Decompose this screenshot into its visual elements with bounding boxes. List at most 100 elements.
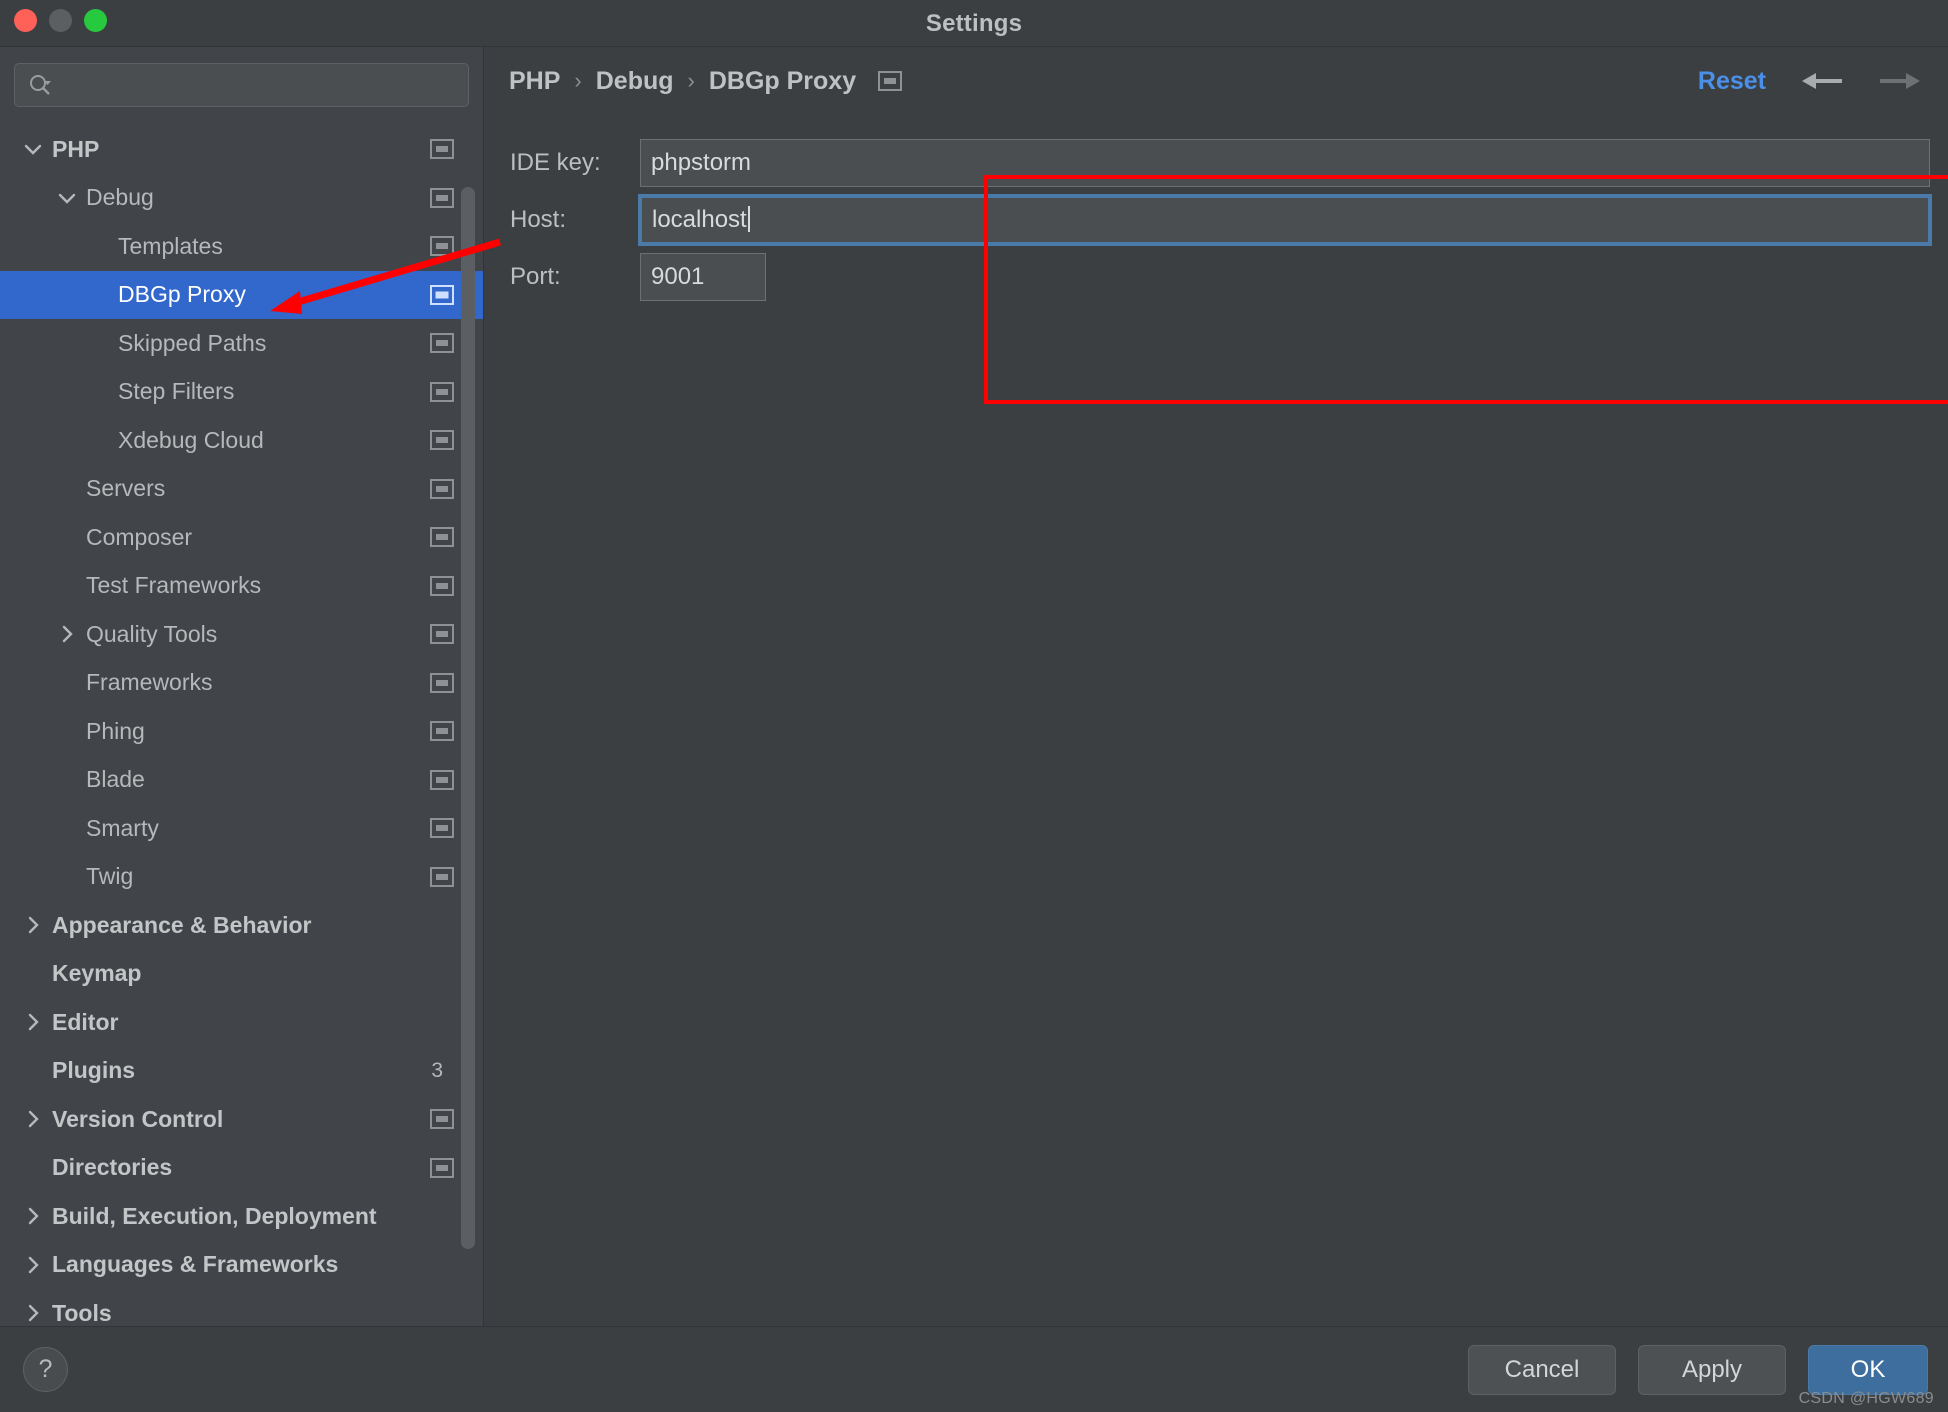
chevron-right-icon[interactable] bbox=[22, 1108, 44, 1130]
project-scope-marker-icon bbox=[430, 818, 454, 839]
sidebar-scrollbar-thumb[interactable] bbox=[461, 187, 475, 1249]
sidebar-item-label: Blade bbox=[86, 766, 145, 793]
search-input[interactable] bbox=[61, 74, 456, 96]
sidebar-item-label: Languages & Frameworks bbox=[52, 1251, 339, 1278]
input-ide-key[interactable]: phpstorm bbox=[640, 139, 1930, 187]
apply-button[interactable]: Apply bbox=[1638, 1344, 1786, 1395]
chevron-right-icon[interactable] bbox=[56, 623, 78, 645]
breadcrumb-item-debug[interactable]: Debug bbox=[596, 67, 674, 96]
breadcrumb-separator-icon: › bbox=[574, 68, 582, 93]
cancel-button[interactable]: Cancel bbox=[1468, 1344, 1616, 1395]
sidebar-item-smarty[interactable]: Smarty bbox=[0, 804, 483, 853]
back-arrow-icon[interactable] bbox=[1800, 68, 1844, 94]
sidebar-item-skipped-paths[interactable]: Skipped Paths bbox=[0, 319, 483, 368]
sidebar-item-label: Servers bbox=[86, 475, 166, 502]
input-value: localhost bbox=[652, 206, 747, 233]
sidebar-item-servers[interactable]: Servers bbox=[0, 465, 483, 514]
text-caret bbox=[747, 206, 750, 232]
sidebar-item-label: Smarty bbox=[86, 814, 159, 841]
project-scope-marker-icon bbox=[878, 71, 903, 91]
sidebar-item-dbgp-proxy[interactable]: DBGp Proxy bbox=[0, 270, 483, 319]
settings-window: Settings PHP Debug Templates DBGp Proxy Skip bbox=[0, 0, 1948, 1412]
sidebar-item-blade[interactable]: Blade bbox=[0, 756, 483, 805]
sidebar-item-label: Quality Tools bbox=[86, 620, 218, 647]
sidebar-item-php[interactable]: PHP bbox=[0, 125, 483, 174]
sidebar-item-label: Editor bbox=[52, 1008, 119, 1035]
sidebar-item-templates[interactable]: Templates bbox=[0, 222, 483, 271]
sidebar-item-keymap[interactable]: Keymap bbox=[0, 950, 483, 999]
sidebar-item-debug[interactable]: Debug bbox=[0, 174, 483, 223]
ok-button[interactable]: OK bbox=[1808, 1344, 1928, 1395]
sidebar-item-label: Appearance & Behavior bbox=[52, 911, 312, 938]
chevron-right-icon[interactable] bbox=[22, 1302, 44, 1324]
sidebar-item-phing[interactable]: Phing bbox=[0, 707, 483, 756]
sidebar-item-frameworks[interactable]: Frameworks bbox=[0, 659, 483, 708]
sidebar-item-badge: 3 bbox=[431, 1058, 443, 1082]
breadcrumb-separator-icon: › bbox=[687, 68, 695, 93]
input-host[interactable]: localhost bbox=[638, 194, 1932, 246]
reset-button[interactable]: Reset bbox=[1698, 67, 1766, 96]
chevron-down-icon[interactable] bbox=[22, 138, 44, 160]
sidebar-item-label: Templates bbox=[118, 232, 223, 259]
project-scope-marker-icon bbox=[430, 575, 454, 596]
sidebar-item-label: Keymap bbox=[52, 960, 142, 987]
sidebar-item-xdebug-cloud[interactable]: Xdebug Cloud bbox=[0, 416, 483, 465]
sidebar-item-languages-frameworks[interactable]: Languages & Frameworks bbox=[0, 1241, 483, 1290]
input-value: 9001 bbox=[651, 263, 705, 290]
form-row-port: Port: 9001 bbox=[484, 249, 1948, 305]
input-value: phpstorm bbox=[651, 149, 752, 176]
sidebar-item-composer[interactable]: Composer bbox=[0, 513, 483, 562]
sidebar-item-label: PHP bbox=[52, 135, 100, 162]
forward-arrow-icon[interactable] bbox=[1878, 68, 1922, 94]
sidebar-item-tools[interactable]: Tools bbox=[0, 1289, 483, 1326]
chevron-right-icon[interactable] bbox=[22, 1205, 44, 1227]
sidebar-item-step-filters[interactable]: Step Filters bbox=[0, 368, 483, 417]
sidebar-item-quality-tools[interactable]: Quality Tools bbox=[0, 610, 483, 659]
sidebar-item-label: Frameworks bbox=[86, 669, 213, 696]
sidebar-item-plugins[interactable]: Plugins 3 bbox=[0, 1047, 483, 1096]
sidebar-item-label: Tools bbox=[52, 1299, 112, 1326]
dbgp-proxy-form: IDE key: phpstorm Host: localhost Port: 9001 bbox=[484, 115, 1948, 305]
project-scope-marker-icon bbox=[430, 866, 454, 887]
label-ide-key: IDE key: bbox=[510, 149, 601, 176]
sidebar-item-directories[interactable]: Directories bbox=[0, 1144, 483, 1193]
project-scope-marker-icon bbox=[430, 333, 454, 354]
breadcrumb-item-php[interactable]: PHP bbox=[509, 67, 560, 96]
sidebar-item-test-frameworks[interactable]: Test Frameworks bbox=[0, 562, 483, 611]
sidebar-item-label: Directories bbox=[52, 1154, 173, 1181]
project-scope-marker-icon bbox=[430, 1157, 454, 1178]
sidebar-item-label: Skipped Paths bbox=[118, 329, 267, 356]
input-port[interactable]: 9001 bbox=[640, 253, 766, 301]
project-scope-marker-icon bbox=[430, 769, 454, 790]
sidebar-item-label: DBGp Proxy bbox=[118, 281, 246, 308]
sidebar-item-label: Phing bbox=[86, 717, 145, 744]
search-box[interactable] bbox=[14, 63, 469, 107]
form-row-host: Host: localhost bbox=[484, 192, 1948, 248]
label-host: Host: bbox=[510, 206, 567, 233]
settings-sidebar: PHP Debug Templates DBGp Proxy Skipped Paths… bbox=[0, 47, 484, 1326]
chevron-down-icon[interactable] bbox=[56, 187, 78, 209]
chevron-right-icon[interactable] bbox=[22, 914, 44, 936]
chevron-right-icon[interactable] bbox=[22, 1254, 44, 1276]
settings-tree: PHP Debug Templates DBGp Proxy Skipped Paths… bbox=[0, 125, 483, 1326]
project-scope-marker-icon bbox=[430, 284, 454, 305]
sidebar-item-version-control[interactable]: Version Control bbox=[0, 1095, 483, 1144]
search-icon bbox=[27, 72, 53, 98]
project-scope-marker-icon bbox=[430, 187, 454, 208]
watermark: CSDN @HGW689 bbox=[1798, 1390, 1934, 1407]
label-port: Port: bbox=[510, 263, 561, 290]
dialog-buttons: Cancel Apply OK bbox=[1468, 1344, 1928, 1395]
project-scope-marker-icon bbox=[430, 1109, 454, 1130]
sidebar-item-editor[interactable]: Editor bbox=[0, 998, 483, 1047]
sidebar-item-label: Composer bbox=[86, 523, 193, 550]
chevron-right-icon[interactable] bbox=[22, 1011, 44, 1033]
sidebar-item-twig[interactable]: Twig bbox=[0, 853, 483, 902]
help-button[interactable]: ? bbox=[23, 1347, 68, 1392]
project-scope-marker-icon bbox=[430, 381, 454, 402]
sidebar-item-build-execution-deployment[interactable]: Build, Execution, Deployment bbox=[0, 1192, 483, 1241]
sidebar-item-label: Build, Execution, Deployment bbox=[52, 1202, 377, 1229]
sidebar-item-label: Step Filters bbox=[118, 378, 235, 405]
sidebar-item-appearance-behavior[interactable]: Appearance & Behavior bbox=[0, 901, 483, 950]
settings-main-panel: PHP › Debug › DBGp Proxy Reset IDE key: … bbox=[484, 47, 1948, 1326]
window-title: Settings bbox=[925, 10, 1023, 37]
